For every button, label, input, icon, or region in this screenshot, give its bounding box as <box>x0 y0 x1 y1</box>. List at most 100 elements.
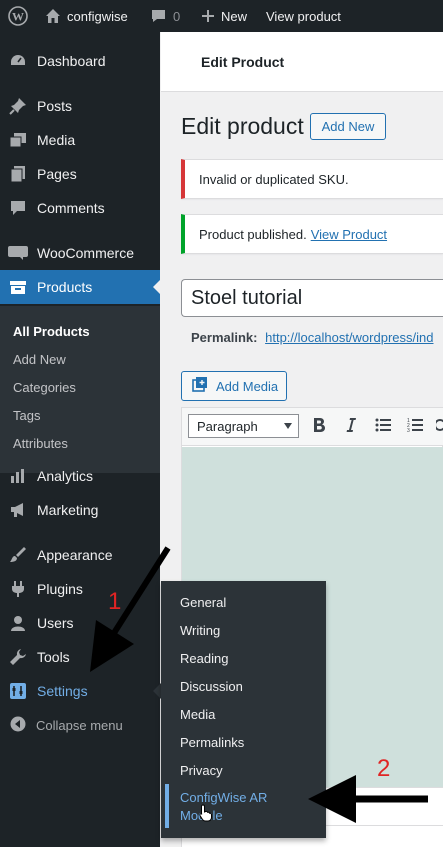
sidebar-item-appearance[interactable]: Appearance <box>0 538 160 572</box>
new-content-link[interactable]: New <box>201 0 247 32</box>
format-select-value: Paragraph <box>197 418 258 434</box>
svg-text:W: W <box>12 10 24 24</box>
chevron-down-icon <box>284 423 292 429</box>
sidebar-label: Comments <box>37 200 105 216</box>
permalink-row: Permalink: http://localhost/wordpress/in… <box>191 330 433 345</box>
flyout-item-general[interactable]: General <box>180 595 226 610</box>
comments-count: 0 <box>173 8 181 24</box>
site-name-link[interactable]: configwise <box>45 0 128 32</box>
flyout-item-media[interactable]: Media <box>180 707 215 722</box>
bullet-list-button[interactable] <box>374 418 392 436</box>
admin-sidebar: Dashboard Posts Media Pages Comments Woo… <box>0 32 161 847</box>
submenu-tags[interactable]: Tags <box>13 408 40 423</box>
submenu-attributes[interactable]: Attributes <box>13 436 68 451</box>
sidebar-item-users[interactable]: Users <box>0 606 160 640</box>
sidebar-item-posts[interactable]: Posts <box>0 89 160 123</box>
brush-icon <box>0 546 36 564</box>
editor-toolbar: Paragraph 123 <box>182 408 443 446</box>
sidebar-label: Plugins <box>37 581 83 597</box>
bold-button[interactable] <box>310 417 328 436</box>
flyout-item-configwise-ar-module[interactable]: ConfigWise AR Module <box>180 789 267 825</box>
comment-icon <box>0 199 36 217</box>
top-header: Edit Product <box>161 32 443 92</box>
collapse-icon <box>10 716 26 735</box>
add-media-button[interactable]: Add Media <box>181 371 287 401</box>
analytics-icon <box>0 467 36 485</box>
flyout-caret <box>153 683 161 699</box>
active-menu-caret <box>153 279 161 295</box>
sidebar-item-analytics[interactable]: Analytics <box>0 459 160 493</box>
product-title-input[interactable]: Stoel tutorial <box>181 279 443 317</box>
product-title-value: Stoel tutorial <box>191 286 303 309</box>
home-icon <box>45 8 61 24</box>
plugin-icon <box>0 580 36 598</box>
flyout-item-writing[interactable]: Writing <box>180 623 220 638</box>
user-icon <box>0 614 36 632</box>
sidebar-label: Posts <box>37 98 73 114</box>
submenu-categories[interactable]: Categories <box>13 380 76 395</box>
sidebar-item-comments[interactable]: Comments <box>0 191 160 225</box>
submenu-all-products[interactable]: All Products <box>13 324 90 339</box>
pin-icon <box>0 97 36 115</box>
add-media-label: Add Media <box>216 378 279 394</box>
sidebar-item-woocommerce[interactable]: WooCommerce <box>0 236 160 270</box>
permalink-label: Permalink: <box>191 330 258 345</box>
svg-text:3: 3 <box>407 428 410 432</box>
sidebar-item-media[interactable]: Media <box>0 123 160 157</box>
sidebar-item-marketing[interactable]: Marketing <box>0 493 160 527</box>
step-2-label: 2 <box>377 755 391 782</box>
error-notice-text: Invalid or duplicated SKU. <box>199 171 349 187</box>
sidebar-item-dashboard[interactable]: Dashboard <box>0 44 160 78</box>
comment-icon <box>150 8 167 24</box>
italic-button[interactable] <box>342 417 360 438</box>
admin-bar: W configwise 0 New View product <box>0 0 443 32</box>
quote-button[interactable] <box>436 418 443 436</box>
success-notice-text: Product published. <box>199 226 307 242</box>
flyout-item-discussion[interactable]: Discussion <box>180 679 243 694</box>
flyout-item-label-line1: ConfigWise AR <box>180 790 268 805</box>
view-product-notice-link[interactable]: View Product <box>311 227 387 242</box>
success-notice: Product published. View Product <box>181 214 443 254</box>
italic-icon <box>345 417 357 438</box>
numbered-list-button[interactable]: 123 <box>406 418 424 436</box>
sidebar-label: Tools <box>37 649 70 665</box>
cursor-hand-icon <box>199 804 213 827</box>
settings-flyout-menu: General Writing Reading Discussion Media… <box>161 581 326 838</box>
collapse-label: Collapse menu <box>36 718 123 733</box>
add-new-button[interactable]: Add New <box>310 113 386 140</box>
flyout-item-reading[interactable]: Reading <box>180 651 228 666</box>
quote-icon <box>436 418 443 436</box>
site-name: configwise <box>67 8 128 24</box>
wordpress-logo-button[interactable]: W <box>8 0 28 32</box>
pages-icon <box>0 165 36 183</box>
view-product-link[interactable]: View product <box>266 0 341 32</box>
view-product-label: View product <box>266 8 341 24</box>
sidebar-item-plugins[interactable]: Plugins <box>0 572 160 606</box>
comments-link[interactable]: 0 <box>150 0 180 32</box>
sidebar-item-pages[interactable]: Pages <box>0 157 160 191</box>
woo-icon <box>0 246 36 260</box>
sidebar-label: Dashboard <box>37 53 106 69</box>
sidebar-label: Marketing <box>37 502 99 518</box>
flyout-item-label-line2: Module <box>180 807 267 825</box>
flyout-item-privacy[interactable]: Privacy <box>180 763 223 778</box>
format-select[interactable]: Paragraph <box>188 414 299 438</box>
sidebar-label: Media <box>37 132 76 148</box>
sidebar-label: WooCommerce <box>37 245 134 261</box>
submenu-add-new[interactable]: Add New <box>13 352 66 367</box>
add-media-icon <box>192 376 210 396</box>
page-title: Edit product <box>181 113 304 139</box>
flyout-item-permalinks[interactable]: Permalinks <box>180 735 244 750</box>
media-icon <box>0 131 36 149</box>
sidebar-label: Appearance <box>37 547 113 563</box>
permalink-url[interactable]: http://localhost/wordpress/ind <box>265 330 433 345</box>
step-1-label: 1 <box>108 588 122 615</box>
new-label: New <box>221 8 248 24</box>
selected-indicator <box>165 784 169 828</box>
sidebar-item-products[interactable]: Products <box>0 270 160 304</box>
collapse-menu-button[interactable]: Collapse menu <box>10 716 123 735</box>
sidebar-item-tools[interactable]: Tools <box>0 640 160 674</box>
megaphone-icon <box>0 501 36 519</box>
settings-icon <box>0 682 36 700</box>
sidebar-item-settings[interactable]: Settings <box>0 674 160 708</box>
